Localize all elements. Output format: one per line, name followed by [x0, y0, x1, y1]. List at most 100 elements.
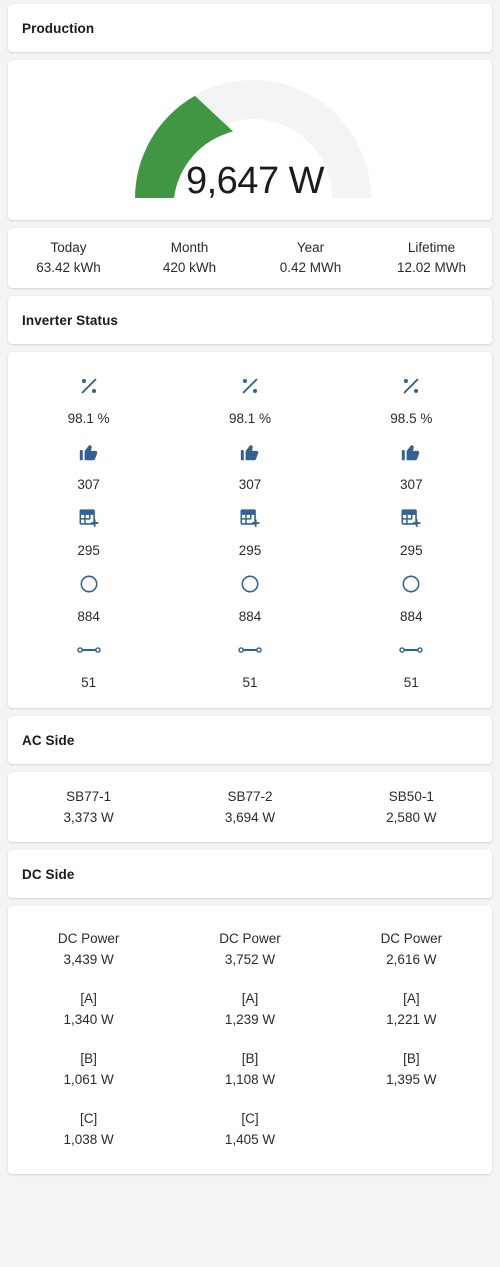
dc-side-header-card: DC Side [8, 850, 492, 898]
status-cell: 51 [8, 634, 169, 690]
dc-group-label: [B] [403, 1051, 420, 1066]
dc-group-value: 3,439 W [63, 952, 114, 967]
status-cell: 98.5 % [331, 370, 492, 426]
status-value: 98.1 % [67, 411, 110, 426]
stat-label: Year [296, 240, 325, 255]
status-cell: 98.1 % [169, 370, 330, 426]
status-value: 51 [242, 675, 258, 690]
connection-icon [331, 634, 492, 666]
connection-icon [8, 634, 169, 666]
production-header-card: Production [8, 4, 492, 52]
stat-year: Year 0.42 MWh [250, 238, 371, 278]
dc-group-value: 3,752 W [224, 952, 276, 967]
ac-inverter-power: 2,580 W [386, 810, 437, 825]
dashboard-page: Production 9,647 W Today 63.42 kWh Month… [0, 0, 500, 1267]
status-cell: 884 [8, 568, 169, 624]
stat-today: Today 63.42 kWh [8, 238, 129, 278]
stat-value: 12.02 MWh [396, 260, 467, 275]
ac-inverter-name: SB77-1 [66, 789, 112, 804]
thumbs-up-icon [331, 436, 492, 468]
dc-group-value: 1,395 W [386, 1072, 437, 1087]
dc-group: [A] 1,221 W [331, 988, 492, 1030]
dc-group: DC Power 3,439 W [8, 928, 169, 970]
ac-column: SB77-2 3,694 W [169, 786, 330, 828]
dc-group-label: [B] [241, 1051, 259, 1066]
dc-group-value: 1,221 W [386, 1012, 437, 1027]
status-value: 884 [77, 609, 100, 624]
status-value: 307 [238, 477, 262, 492]
dc-group-value: 1,061 W [63, 1072, 114, 1087]
stat-label: Today [50, 240, 87, 255]
dc-group-label: [C] [241, 1111, 259, 1126]
percent-icon [8, 370, 169, 402]
dc-group-value: 1,038 W [63, 1132, 114, 1147]
status-cell: 295 [331, 502, 492, 558]
dc-group: [B] 1,395 W [331, 1048, 492, 1090]
dc-column: DC Power 2,616 W [A] 1,221 W [B] 1,395 W [331, 928, 492, 1150]
dc-side-card: DC Power 3,439 W [A] 1,340 W [B] 1,061 W… [8, 906, 492, 1174]
status-cell: 98.1 % [8, 370, 169, 426]
dc-group-label: [A] [80, 991, 97, 1006]
inverter-status-card: 98.1 % 98.1 % 98.5 % 307 307 307 295 295… [8, 352, 492, 708]
dc-group-value: 1,239 W [224, 1012, 276, 1027]
ac-column: SB77-1 3,373 W [8, 786, 169, 828]
energy-stats-card: Today 63.42 kWh Month 420 kWh Year 0.42 … [8, 228, 492, 288]
gauge-value-label: 9,647 W [185, 160, 325, 202]
status-row-circle: 884 884 884 [8, 568, 492, 624]
stat-value: 0.42 MWh [279, 260, 342, 275]
dc-group: [A] 1,340 W [8, 988, 169, 1030]
dc-group: [B] 1,061 W [8, 1048, 169, 1090]
stat-value: 63.42 kWh [36, 260, 101, 275]
production-gauge-card: 9,647 W [8, 60, 492, 220]
status-value: 884 [400, 609, 423, 624]
status-cell: 884 [169, 568, 330, 624]
circle-outline-icon [169, 568, 330, 600]
status-value: 307 [400, 477, 423, 492]
ac-inverter-power: 3,373 W [63, 810, 114, 825]
dc-group: [A] 1,239 W [169, 988, 330, 1030]
status-value: 51 [403, 675, 419, 690]
thumbs-up-icon [8, 436, 169, 468]
connection-icon [169, 634, 330, 666]
status-value: 884 [238, 609, 262, 624]
dc-group-placeholder [331, 1108, 492, 1147]
inverter-status-header-card: Inverter Status [8, 296, 492, 344]
dc-column: DC Power 3,439 W [A] 1,340 W [B] 1,061 W… [8, 928, 169, 1150]
table-plus-icon [8, 502, 169, 534]
dc-group-label: DC Power [57, 931, 120, 946]
stat-label: Month [170, 240, 209, 255]
status-row-efficiency: 98.1 % 98.1 % 98.5 % [8, 370, 492, 426]
status-cell: 884 [331, 568, 492, 624]
dc-group-label: DC Power [219, 931, 281, 946]
dc-group: [B] 1,108 W [169, 1048, 330, 1090]
status-value: 295 [238, 543, 262, 558]
percent-icon [169, 370, 330, 402]
table-plus-icon [331, 502, 492, 534]
status-cell: 51 [169, 634, 330, 690]
ac-side-title: AC Side [22, 732, 75, 748]
dc-group-label: DC Power [380, 931, 443, 946]
ac-side-header-card: AC Side [8, 716, 492, 764]
percent-icon [331, 370, 492, 402]
dc-group: DC Power 2,616 W [331, 928, 492, 970]
dc-group-label: [B] [80, 1051, 97, 1066]
status-value: 307 [77, 477, 100, 492]
dc-group-value: 1,108 W [224, 1072, 276, 1087]
circle-outline-icon [8, 568, 169, 600]
stat-lifetime: Lifetime 12.02 MWh [371, 238, 492, 278]
status-value: 51 [81, 675, 97, 690]
status-value: 98.5 % [390, 411, 433, 426]
circle-outline-icon [331, 568, 492, 600]
status-value: 295 [77, 543, 100, 558]
dc-column: DC Power 3,752 W [A] 1,239 W [B] 1,108 W… [169, 928, 330, 1150]
stat-value: 420 kWh [162, 260, 217, 275]
dc-group-label: [A] [241, 991, 259, 1006]
dc-group-value: 1,340 W [63, 1012, 114, 1027]
status-cell: 307 [331, 436, 492, 492]
status-cell: 307 [8, 436, 169, 492]
status-cell: 307 [169, 436, 330, 492]
stat-month: Month 420 kWh [129, 238, 250, 278]
dc-side-title: DC Side [22, 866, 75, 882]
stat-label: Lifetime [407, 240, 456, 255]
dc-group-value: 1,405 W [224, 1132, 276, 1147]
